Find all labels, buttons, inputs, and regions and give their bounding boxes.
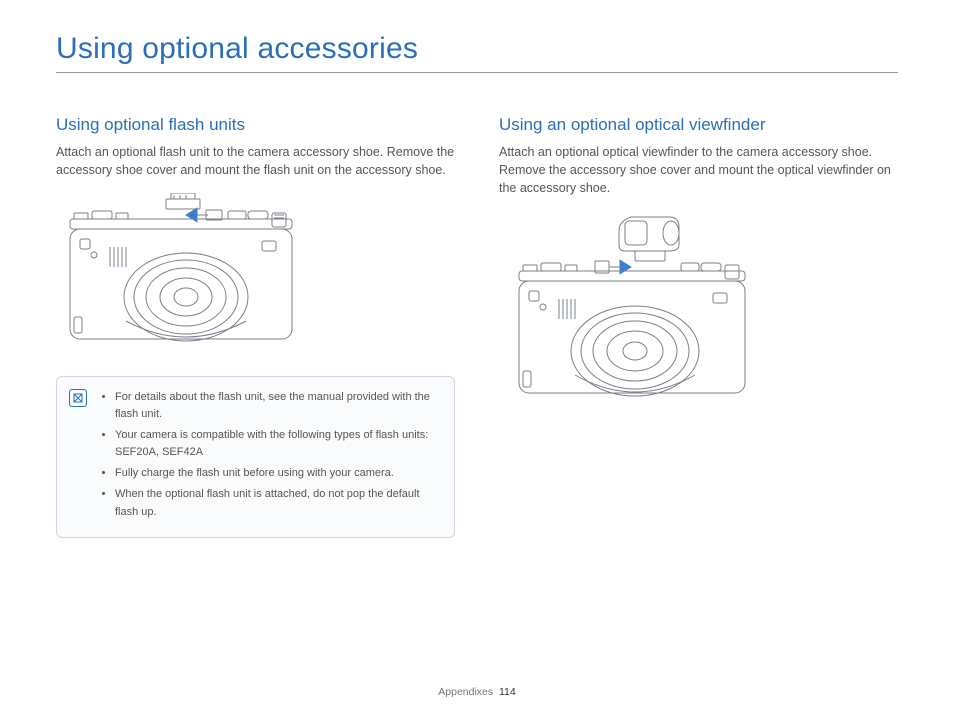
viewfinder-illustration (499, 211, 898, 416)
note-box: For details about the flash unit, see th… (56, 376, 455, 537)
note-item: For details about the flash unit, see th… (115, 389, 440, 423)
note-list: For details about the flash unit, see th… (101, 389, 440, 520)
note-icon (69, 389, 87, 407)
flash-heading: Using optional flash units (56, 115, 455, 135)
note-item: Fully charge the flash unit before using… (115, 465, 440, 482)
note-item: When the optional flash unit is attached… (115, 486, 440, 520)
manual-page: Using optional accessories Using optiona… (0, 0, 954, 720)
content-columns: Using optional flash units Attach an opt… (56, 115, 898, 538)
note-item: Your camera is compatible with the follo… (115, 427, 440, 461)
right-column: Using an optional optical viewfinder Att… (499, 115, 898, 538)
page-footer: Appendixes 114 (0, 686, 954, 698)
footer-section: Appendixes (438, 686, 493, 698)
viewfinder-body: Attach an optional optical viewfinder to… (499, 143, 898, 197)
page-title: Using optional accessories (56, 32, 898, 66)
footer-page-number: 114 (499, 686, 516, 698)
viewfinder-heading: Using an optional optical viewfinder (499, 115, 898, 135)
title-rule (56, 72, 898, 73)
flash-body: Attach an optional flash unit to the cam… (56, 143, 455, 179)
left-column: Using optional flash units Attach an opt… (56, 115, 455, 538)
flash-illustration (56, 193, 455, 358)
